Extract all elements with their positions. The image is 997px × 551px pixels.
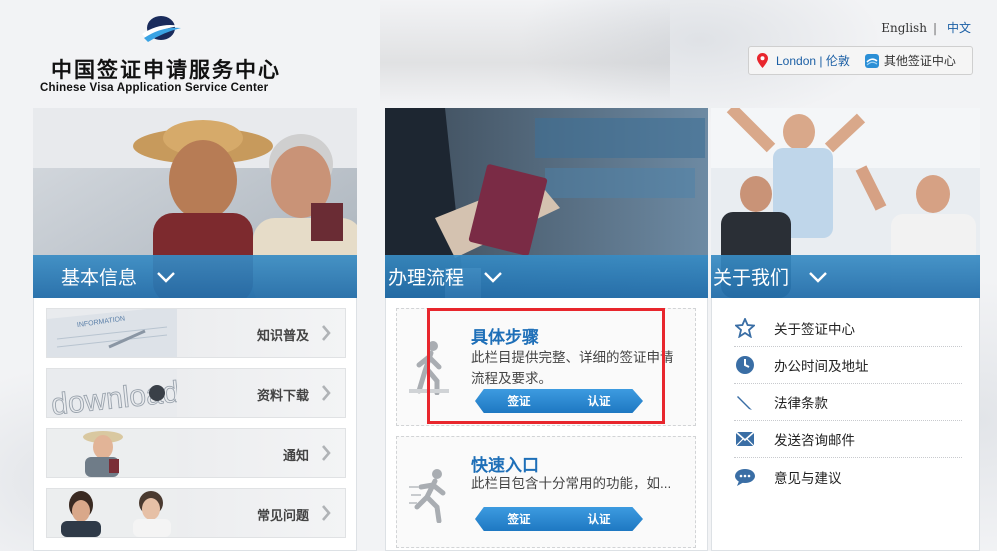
faq-thumbnail [47, 489, 177, 537]
header-building-image [380, 0, 670, 105]
about-item-label: 关于签证中心 [774, 322, 855, 337]
chat-bubble-icon [734, 466, 756, 488]
envelope-icon [734, 428, 756, 450]
notices-label: 通知 [282, 448, 309, 463]
lang-chinese-link[interactable]: 中文 [947, 21, 971, 35]
about-us-column: 关于我们 关于签证中心 办公时间及地址 法律条款 发送咨询邮件 意见与建议 [711, 108, 980, 551]
list-item-downloads[interactable]: download 资料下载 [46, 368, 346, 418]
running-person-icon [409, 469, 446, 523]
lang-english-link[interactable]: English [881, 21, 927, 35]
downloads-label: 资料下载 [256, 388, 309, 403]
quick-entry-card[interactable]: 快速入口 此栏目包含十分常用的功能，如... 签证 认证 [396, 436, 696, 548]
basic-info-panel: INFORMATION 知识普及 download 资料下载 通知 常见问题 [33, 298, 357, 551]
list-item-knowledge[interactable]: INFORMATION 知识普及 [46, 308, 346, 358]
download-thumbnail: download [47, 369, 177, 417]
other-centers-link[interactable]: 其他签证中心 [864, 52, 956, 69]
logo-swoosh-icon [142, 16, 181, 42]
about-item-center[interactable]: 关于签证中心 [734, 310, 962, 347]
quick-visa-button[interactable]: 签证 [475, 507, 563, 531]
logo-english-text: Chinese Visa Application Service Center [40, 82, 269, 94]
about-us-panel: 关于签证中心 办公时间及地址 法律条款 发送咨询邮件 意见与建议 [711, 298, 980, 551]
language-switcher: English | 中文 [877, 19, 971, 36]
about-item-label: 意见与建议 [774, 470, 842, 486]
site-logo[interactable]: 中国签证申请服务中心 Chinese Visa Application Serv… [40, 10, 290, 100]
quick-entry-description: 此栏目包含十分常用的功能，如... [471, 476, 672, 491]
faq-label: 常见问题 [256, 508, 309, 523]
about-us-header[interactable]: 关于我们 [711, 255, 980, 298]
logo-chinese-text: 中国签证申请服务中心 [51, 57, 281, 82]
star-icon [734, 317, 756, 339]
lang-separator: | [932, 21, 937, 35]
process-title: 办理流程 [388, 268, 465, 289]
chevron-right-icon [322, 445, 331, 461]
chevron-down-icon [484, 271, 502, 283]
basic-info-title: 基本信息 [61, 268, 138, 289]
map-pin-icon [757, 53, 768, 68]
clock-icon [734, 354, 756, 376]
about-item-feedback[interactable]: 意见与建议 [734, 458, 962, 495]
about-item-label: 办公时间及地址 [774, 359, 869, 374]
information-thumbnail: INFORMATION [47, 309, 177, 357]
about-item-label: 发送咨询邮件 [774, 433, 855, 448]
about-item-email[interactable]: 发送咨询邮件 [734, 421, 962, 458]
notice-thumbnail [47, 429, 177, 477]
basic-info-column: 基本信息 INFORMATION 知识普及 download 资料下载 通知 常… [33, 108, 357, 551]
chevron-down-icon [809, 271, 827, 283]
basic-info-header[interactable]: 基本信息 [33, 255, 357, 298]
knowledge-label: 知识普及 [256, 328, 309, 343]
chevron-right-icon [322, 325, 331, 341]
globe-icon [864, 53, 879, 68]
about-item-hours[interactable]: 办公时间及地址 [734, 347, 962, 384]
quick-authentication-button[interactable]: 认证 [555, 507, 643, 531]
about-item-legal[interactable]: 法律条款 [734, 384, 962, 421]
highlight-box [427, 308, 665, 424]
about-us-title: 关于我们 [713, 268, 790, 289]
current-location-link[interactable]: London | 伦敦 [776, 52, 850, 69]
chevron-down-icon [157, 271, 175, 283]
chevron-right-icon [322, 505, 331, 521]
location-selector: London | 伦敦 其他签证中心 [748, 46, 973, 75]
other-centers-label: 其他签证中心 [883, 54, 956, 68]
pen-icon [734, 391, 756, 413]
about-item-label: 法律条款 [774, 396, 828, 411]
list-item-faq[interactable]: 常见问题 [46, 488, 346, 538]
list-item-notices[interactable]: 通知 [46, 428, 346, 478]
process-header[interactable]: 办理流程 [385, 255, 708, 298]
chevron-right-icon [322, 385, 331, 401]
